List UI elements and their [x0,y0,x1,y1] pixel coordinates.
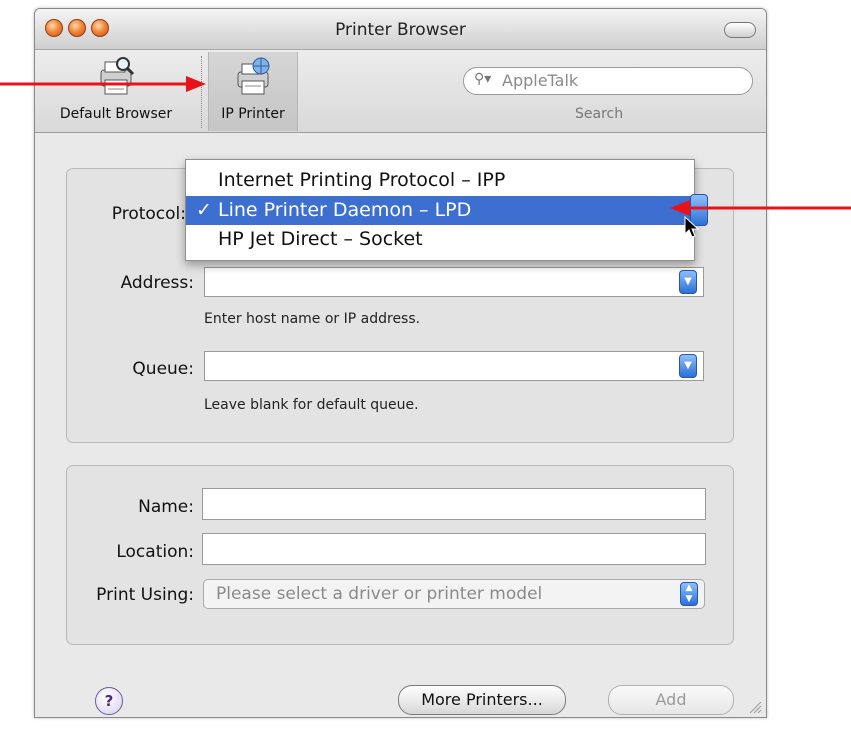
search-label: Search [575,106,624,122]
address-hint: Enter host name or IP address. [204,311,421,327]
annotation-arrow-right [670,200,851,216]
ip-printer-button[interactable]: IP Printer [208,52,298,131]
location-field[interactable] [202,533,706,565]
checkmark-icon: ✓ [196,199,212,221]
search-placeholder: AppleTalk [502,71,579,90]
location-label: Location: [116,542,194,562]
resize-grip-icon[interactable] [748,700,762,714]
address-combo[interactable]: ▼ [204,267,704,297]
printer-globe-icon [237,57,270,95]
add-button[interactable]: Add [608,685,734,715]
ip-printer-label: IP Printer [221,106,285,122]
name-label: Name: [138,497,194,517]
queue-combo[interactable]: ▼ [204,351,704,381]
address-dropdown-icon[interactable]: ▼ [679,270,697,294]
search-icon: ⚲▾ [474,71,492,87]
menu-item-ipp-label: Internet Printing Protocol – IPP [218,169,506,191]
menu-item-lpd-label: Line Printer Daemon – LPD [218,199,472,221]
print-using-label: Print Using: [96,585,194,605]
menu-item-lpd[interactable]: ✓ Line Printer Daemon – LPD [186,196,694,225]
protocol-menu: Internet Printing Protocol – IPP ✓ Line … [185,159,695,261]
title-bar: Printer Browser [35,9,766,50]
menu-item-ipp[interactable]: Internet Printing Protocol – IPP [186,166,694,195]
print-using-value: Please select a driver or printer model [216,584,543,604]
queue-hint: Leave blank for default queue. [204,397,419,413]
queue-dropdown-icon[interactable]: ▼ [679,354,697,378]
annotation-arrow-left [0,76,206,92]
protocol-label: Protocol: [111,204,186,224]
help-button[interactable]: ? [95,687,123,715]
window-title: Printer Browser [335,20,466,40]
menu-item-socket[interactable]: HP Jet Direct – Socket [186,225,694,254]
popup-arrows-icon[interactable]: ▲ ▼ [680,582,698,606]
print-using-popup[interactable]: Please select a driver or printer model … [203,579,705,609]
more-printers-button[interactable]: More Printers... [398,685,566,715]
menu-item-socket-label: HP Jet Direct – Socket [218,228,423,250]
address-label: Address: [120,273,194,293]
search-field[interactable]: ⚲▾ AppleTalk [463,67,753,95]
default-browser-label: Default Browser [59,106,173,122]
name-field[interactable] [202,488,706,520]
toolbar-toggle-button[interactable] [724,22,756,38]
queue-label: Queue: [132,359,194,379]
